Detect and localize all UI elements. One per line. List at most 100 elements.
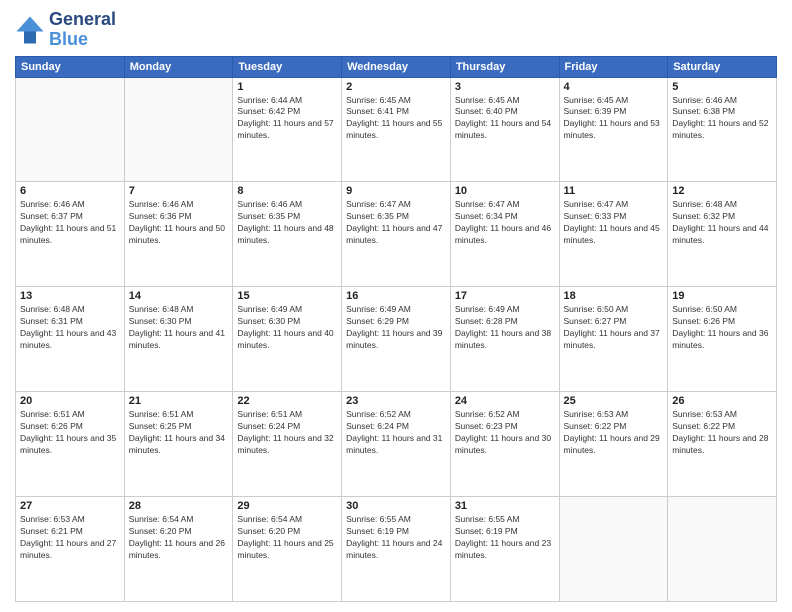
day-info: Sunrise: 6:54 AMSunset: 6:20 PMDaylight:… xyxy=(129,514,229,562)
weekday-header: Wednesday xyxy=(342,56,451,77)
logo-text: General Blue xyxy=(49,10,116,50)
day-number: 13 xyxy=(20,290,120,302)
day-info: Sunrise: 6:48 AMSunset: 6:30 PMDaylight:… xyxy=(129,304,229,352)
day-number: 22 xyxy=(237,395,337,407)
day-number: 5 xyxy=(672,81,772,93)
weekday-header: Thursday xyxy=(450,56,559,77)
calendar-cell: 9 Sunrise: 6:47 AMSunset: 6:35 PMDaylight… xyxy=(342,182,451,287)
day-number: 2 xyxy=(346,81,446,93)
day-number: 19 xyxy=(672,290,772,302)
day-number: 21 xyxy=(129,395,229,407)
day-number: 16 xyxy=(346,290,446,302)
calendar-cell: 22 Sunrise: 6:51 AMSunset: 6:24 PMDayligh… xyxy=(233,392,342,497)
day-info: Sunrise: 6:45 AMSunset: 6:41 PMDaylight:… xyxy=(346,95,446,143)
calendar-cell: 31 Sunrise: 6:55 AMSunset: 6:19 PMDayligh… xyxy=(450,497,559,602)
page: General Blue SundayMondayTuesdayWednesda… xyxy=(0,0,792,612)
week-row: 27 Sunrise: 6:53 AMSunset: 6:21 PMDayligh… xyxy=(16,497,777,602)
logo: General Blue xyxy=(15,10,116,50)
calendar-cell: 8 Sunrise: 6:46 AMSunset: 6:35 PMDaylight… xyxy=(233,182,342,287)
day-number: 18 xyxy=(564,290,664,302)
day-number: 6 xyxy=(20,185,120,197)
day-info: Sunrise: 6:49 AMSunset: 6:30 PMDaylight:… xyxy=(237,304,337,352)
day-info: Sunrise: 6:51 AMSunset: 6:24 PMDaylight:… xyxy=(237,409,337,457)
weekday-header: Monday xyxy=(124,56,233,77)
day-number: 8 xyxy=(237,185,337,197)
calendar-cell: 16 Sunrise: 6:49 AMSunset: 6:29 PMDayligh… xyxy=(342,287,451,392)
calendar-cell xyxy=(668,497,777,602)
calendar-cell: 15 Sunrise: 6:49 AMSunset: 6:30 PMDayligh… xyxy=(233,287,342,392)
day-number: 3 xyxy=(455,81,555,93)
day-info: Sunrise: 6:52 AMSunset: 6:23 PMDaylight:… xyxy=(455,409,555,457)
calendar-table: SundayMondayTuesdayWednesdayThursdayFrid… xyxy=(15,56,777,602)
day-number: 14 xyxy=(129,290,229,302)
calendar-cell: 2 Sunrise: 6:45 AMSunset: 6:41 PMDaylight… xyxy=(342,77,451,182)
day-info: Sunrise: 6:46 AMSunset: 6:35 PMDaylight:… xyxy=(237,199,337,247)
calendar-cell: 7 Sunrise: 6:46 AMSunset: 6:36 PMDaylight… xyxy=(124,182,233,287)
day-info: Sunrise: 6:53 AMSunset: 6:21 PMDaylight:… xyxy=(20,514,120,562)
calendar-cell: 18Sunrise: 6:50 AMSunset: 6:27 PMDayligh… xyxy=(559,287,668,392)
calendar-cell: 17Sunrise: 6:49 AMSunset: 6:28 PMDayligh… xyxy=(450,287,559,392)
day-info: Sunrise: 6:49 AMSunset: 6:28 PMDaylight:… xyxy=(455,304,555,352)
day-number: 12 xyxy=(672,185,772,197)
day-info: Sunrise: 6:51 AMSunset: 6:25 PMDaylight:… xyxy=(129,409,229,457)
weekday-header: Tuesday xyxy=(233,56,342,77)
day-number: 24 xyxy=(455,395,555,407)
day-info: Sunrise: 6:53 AMSunset: 6:22 PMDaylight:… xyxy=(564,409,664,457)
calendar-cell: 4 Sunrise: 6:45 AMSunset: 6:39 PMDaylight… xyxy=(559,77,668,182)
calendar-cell: 23Sunrise: 6:52 AMSunset: 6:24 PMDayligh… xyxy=(342,392,451,497)
day-info: Sunrise: 6:46 AMSunset: 6:36 PMDaylight:… xyxy=(129,199,229,247)
day-info: Sunrise: 6:48 AMSunset: 6:32 PMDaylight:… xyxy=(672,199,772,247)
calendar-cell: 13Sunrise: 6:48 AMSunset: 6:31 PMDayligh… xyxy=(16,287,125,392)
logo-icon xyxy=(15,15,45,45)
calendar-cell: 10 Sunrise: 6:47 AMSunset: 6:34 PMDayligh… xyxy=(450,182,559,287)
weekday-header: Sunday xyxy=(16,56,125,77)
day-info: Sunrise: 6:47 AMSunset: 6:34 PMDaylight:… xyxy=(455,199,555,247)
day-number: 26 xyxy=(672,395,772,407)
calendar-cell: 3 Sunrise: 6:45 AMSunset: 6:40 PMDaylight… xyxy=(450,77,559,182)
calendar-cell: 21 Sunrise: 6:51 AMSunset: 6:25 PMDayligh… xyxy=(124,392,233,497)
day-info: Sunrise: 6:44 AMSunset: 6:42 PMDaylight:… xyxy=(237,95,337,143)
day-number: 10 xyxy=(455,185,555,197)
day-info: Sunrise: 6:45 AMSunset: 6:40 PMDaylight:… xyxy=(455,95,555,143)
day-number: 4 xyxy=(564,81,664,93)
day-number: 29 xyxy=(237,500,337,512)
day-info: Sunrise: 6:49 AMSunset: 6:29 PMDaylight:… xyxy=(346,304,446,352)
day-info: Sunrise: 6:55 AMSunset: 6:19 PMDaylight:… xyxy=(455,514,555,562)
day-info: Sunrise: 6:50 AMSunset: 6:26 PMDaylight:… xyxy=(672,304,772,352)
calendar-cell: 19 Sunrise: 6:50 AMSunset: 6:26 PMDayligh… xyxy=(668,287,777,392)
header: General Blue xyxy=(15,10,777,50)
day-number: 25 xyxy=(564,395,664,407)
week-row: 6Sunrise: 6:46 AMSunset: 6:37 PMDaylight… xyxy=(16,182,777,287)
calendar-cell: 14 Sunrise: 6:48 AMSunset: 6:30 PMDayligh… xyxy=(124,287,233,392)
calendar-cell xyxy=(124,77,233,182)
day-number: 1 xyxy=(237,81,337,93)
weekday-header: Saturday xyxy=(668,56,777,77)
day-info: Sunrise: 6:47 AMSunset: 6:33 PMDaylight:… xyxy=(564,199,664,247)
day-info: Sunrise: 6:46 AMSunset: 6:38 PMDaylight:… xyxy=(672,95,772,143)
day-number: 28 xyxy=(129,500,229,512)
calendar-cell: 27 Sunrise: 6:53 AMSunset: 6:21 PMDayligh… xyxy=(16,497,125,602)
calendar-cell: 24 Sunrise: 6:52 AMSunset: 6:23 PMDayligh… xyxy=(450,392,559,497)
day-info: Sunrise: 6:45 AMSunset: 6:39 PMDaylight:… xyxy=(564,95,664,143)
day-number: 31 xyxy=(455,500,555,512)
day-number: 20 xyxy=(20,395,120,407)
day-number: 7 xyxy=(129,185,229,197)
calendar-cell: 11Sunrise: 6:47 AMSunset: 6:33 PMDayligh… xyxy=(559,182,668,287)
calendar-cell: 28 Sunrise: 6:54 AMSunset: 6:20 PMDayligh… xyxy=(124,497,233,602)
calendar-header: SundayMondayTuesdayWednesdayThursdayFrid… xyxy=(16,56,777,77)
calendar-cell: 26Sunrise: 6:53 AMSunset: 6:22 PMDayligh… xyxy=(668,392,777,497)
week-row: 1 Sunrise: 6:44 AMSunset: 6:42 PMDaylight… xyxy=(16,77,777,182)
day-number: 9 xyxy=(346,185,446,197)
weekday-header: Friday xyxy=(559,56,668,77)
week-row: 13Sunrise: 6:48 AMSunset: 6:31 PMDayligh… xyxy=(16,287,777,392)
day-info: Sunrise: 6:47 AMSunset: 6:35 PMDaylight:… xyxy=(346,199,446,247)
calendar-cell: 29Sunrise: 6:54 AMSunset: 6:20 PMDayligh… xyxy=(233,497,342,602)
calendar-cell xyxy=(559,497,668,602)
week-row: 20Sunrise: 6:51 AMSunset: 6:26 PMDayligh… xyxy=(16,392,777,497)
calendar-cell xyxy=(16,77,125,182)
day-number: 30 xyxy=(346,500,446,512)
weekday-row: SundayMondayTuesdayWednesdayThursdayFrid… xyxy=(16,56,777,77)
day-number: 27 xyxy=(20,500,120,512)
day-number: 15 xyxy=(237,290,337,302)
calendar-cell: 30Sunrise: 6:55 AMSunset: 6:19 PMDayligh… xyxy=(342,497,451,602)
